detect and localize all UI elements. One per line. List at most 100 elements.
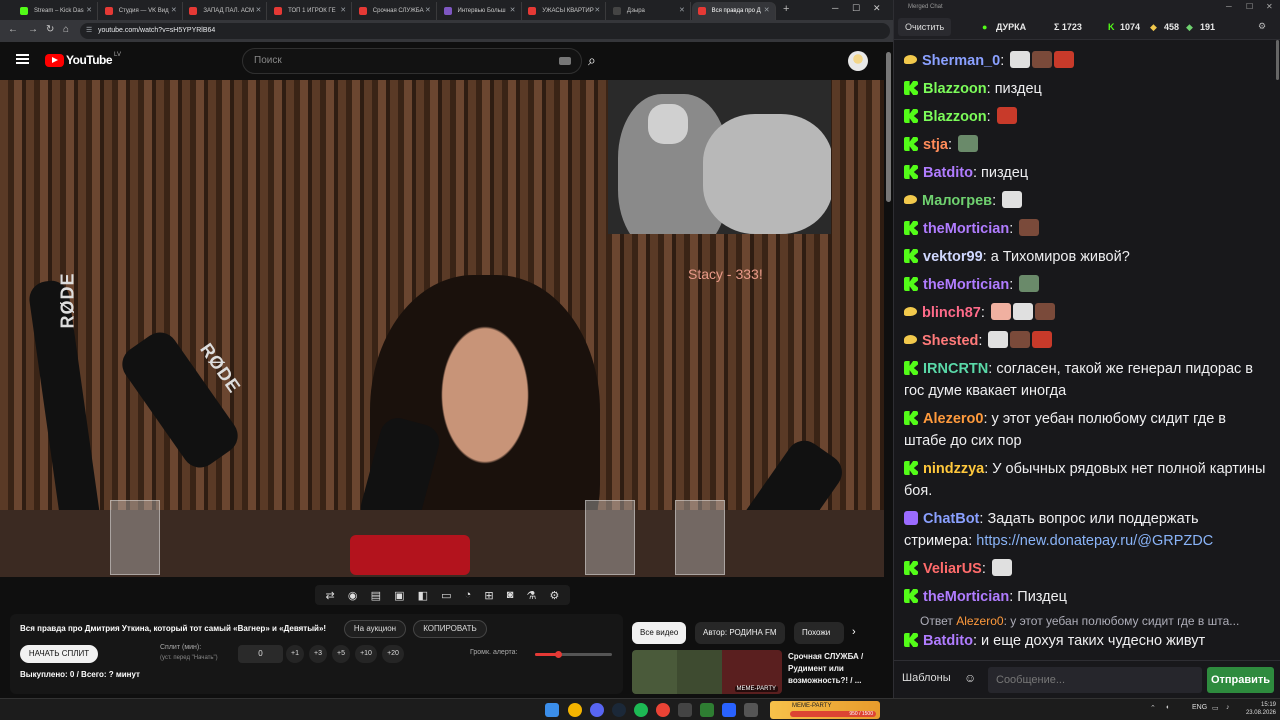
chat-username[interactable]: blinch87 (922, 305, 981, 321)
chat-username[interactable]: Blazzoon (923, 109, 987, 125)
volume-knob[interactable] (555, 651, 563, 658)
wifi-icon[interactable]: ▭ (1212, 704, 1219, 712)
url-input[interactable]: ☰ youtube.com/watch?v=sH5YPYRlB64 (80, 23, 890, 39)
app-icon[interactable] (656, 703, 670, 717)
chat-username[interactable]: Малогрев (922, 193, 992, 209)
app-icon[interactable] (678, 703, 692, 717)
alert-volume-slider[interactable] (535, 651, 612, 658)
browser-tab[interactable]: Вся правда про Д ✕ (691, 2, 776, 20)
page-scrollbar[interactable] (884, 42, 893, 698)
app-icon[interactable] (722, 703, 736, 717)
chat-username[interactable]: Batdito (923, 633, 973, 649)
chat-username[interactable]: stja (923, 137, 948, 153)
chevron-right-icon[interactable]: › (852, 626, 856, 638)
clock[interactable]: 15:19 23.08.2026 (1242, 701, 1276, 717)
site-info-icon[interactable]: ☰ (86, 23, 92, 39)
increment-button[interactable]: +3 (309, 645, 327, 663)
video-player[interactable]: RØDE RØDE Stacy - 333! (0, 80, 884, 577)
reload-icon[interactable]: ↻ (46, 24, 54, 35)
split-minutes-input[interactable]: 0 (238, 645, 283, 663)
increment-button[interactable]: +1 (286, 645, 304, 663)
app-icon[interactable] (700, 703, 714, 717)
gear-icon[interactable]: ⚙ (1258, 21, 1266, 32)
close-icon[interactable]: ✕ (1266, 0, 1273, 14)
menu-icon[interactable] (16, 54, 29, 64)
chat-message-list[interactable]: Sherman_0: Blazzoon: пиздец Blazzoon: stj… (894, 40, 1275, 660)
chip-all-videos[interactable]: Все видео (632, 622, 687, 644)
tab-close-icon[interactable]: ✕ (171, 6, 177, 14)
chat-username[interactable]: Blazzoon (923, 81, 987, 97)
chat-username[interactable]: IRNCRTN (923, 361, 988, 377)
increment-button[interactable]: +5 (332, 645, 350, 663)
tab-close-icon[interactable]: ✕ (340, 6, 346, 14)
recommended-video-thumbnail[interactable]: MEME-PARTY (632, 650, 782, 694)
gear-icon[interactable]: ⚙ (550, 589, 560, 602)
chat-username[interactable]: nindzzya (923, 461, 984, 477)
maximize-icon[interactable]: ☐ (852, 3, 860, 14)
chat-username[interactable]: Alezero0 (923, 411, 983, 427)
discord-icon[interactable] (590, 703, 604, 717)
recommended-video-title[interactable]: Срочная СЛУЖБА / Рудимент или возможност… (788, 651, 878, 687)
tab-close-icon[interactable]: ✕ (510, 6, 516, 14)
tab-close-icon[interactable]: ✕ (86, 6, 92, 14)
tab-close-icon[interactable]: ✕ (594, 6, 600, 14)
browser-tab[interactable]: Stream – Kick Das ✕ (14, 2, 98, 20)
picture-in-picture-icon[interactable]: ◧ (418, 589, 428, 602)
chat-username[interactable]: theMortician (923, 589, 1009, 605)
steam-icon[interactable] (612, 703, 626, 717)
playlist-icon[interactable]: ▤ (371, 589, 381, 602)
chat-username[interactable]: Shested (922, 333, 978, 349)
chat-username[interactable]: Sherman_0 (922, 53, 1000, 69)
picture-in-picture-video[interactable] (608, 80, 831, 234)
youtube-logo[interactable]: YouTube LV (45, 52, 121, 67)
chat-username[interactable]: theMortician (923, 277, 1009, 293)
chat-username[interactable]: theMortician (923, 221, 1009, 237)
copy-button[interactable]: КОПИРОВАТЬ (413, 620, 487, 638)
minimize-icon[interactable]: ─ (1226, 0, 1232, 14)
speed-icon[interactable]: ◔ (465, 589, 472, 601)
volume-icon[interactable]: ♪ (1226, 704, 1230, 711)
chat-username[interactable]: vektor99 (923, 249, 983, 265)
maximize-icon[interactable]: ☐ (1246, 0, 1253, 14)
scrollbar-thumb[interactable] (1276, 40, 1279, 80)
tab-close-icon[interactable]: ✕ (256, 6, 262, 14)
chip-related[interactable]: Похожи (794, 622, 844, 644)
send-button[interactable]: Отправить (1207, 667, 1274, 693)
search-icon[interactable]: ⌕ (588, 52, 596, 69)
chat-username[interactable]: Batdito (923, 165, 973, 181)
screenshot-icon[interactable]: ◙ (507, 589, 514, 601)
browser-tab[interactable]: Студия — VK Вид ✕ (99, 2, 183, 20)
broadcast-icon[interactable]: ◉ (348, 589, 358, 602)
chat-username[interactable]: VeliarUS (923, 561, 982, 577)
forward-icon[interactable]: → (28, 24, 38, 35)
minimize-icon[interactable]: ─ (832, 3, 838, 13)
clear-button[interactable]: Очистить (898, 18, 952, 36)
loop-icon[interactable]: ⇄ (326, 589, 335, 602)
tab-close-icon[interactable]: ✕ (679, 6, 685, 14)
chat-link[interactable]: https://new.donatepay.ru/@GRPZDC (976, 533, 1213, 549)
search-input[interactable]: Поиск (242, 48, 582, 74)
chevron-up-icon[interactable]: ⌃ (1150, 704, 1156, 712)
app-icon[interactable] (744, 703, 758, 717)
network-icon[interactable]: ◐ (1166, 704, 1170, 711)
browser-tab[interactable]: УЖАСЫ КВАРТИР ✕ (522, 2, 607, 20)
browser-tab[interactable]: Срочная СЛУЖБА ✕ (353, 2, 437, 20)
reply-nick[interactable]: Alezero0 (956, 614, 1003, 628)
message-input[interactable]: Сообщение... (988, 667, 1202, 693)
browser-tab[interactable]: Интервью Больш ✕ (438, 2, 522, 20)
flask-icon[interactable]: ⚗ (527, 589, 537, 602)
avatar[interactable] (848, 51, 868, 71)
tab-close-icon[interactable]: ✕ (764, 6, 770, 14)
clapper-icon[interactable]: ▣ (394, 589, 404, 602)
back-icon[interactable]: ← (8, 24, 18, 35)
new-tab-button[interactable]: + (783, 3, 789, 15)
scrollbar-thumb[interactable] (886, 52, 891, 202)
browser-tab[interactable]: ТОП 1 ИГРОК ГЕ ✕ (268, 2, 353, 20)
emoji-icon[interactable]: ☺ (964, 671, 976, 685)
chip-author[interactable]: Автор: РОДИНА FM (695, 622, 785, 644)
home-icon[interactable]: ⌂ (63, 24, 69, 35)
spotify-icon[interactable] (634, 703, 648, 717)
templates-button[interactable]: Шаблоны (902, 672, 951, 684)
browser-tab[interactable]: Дзыра ✕ (607, 2, 691, 20)
start-split-button[interactable]: НАЧАТЬ СПЛИТ (20, 645, 98, 663)
